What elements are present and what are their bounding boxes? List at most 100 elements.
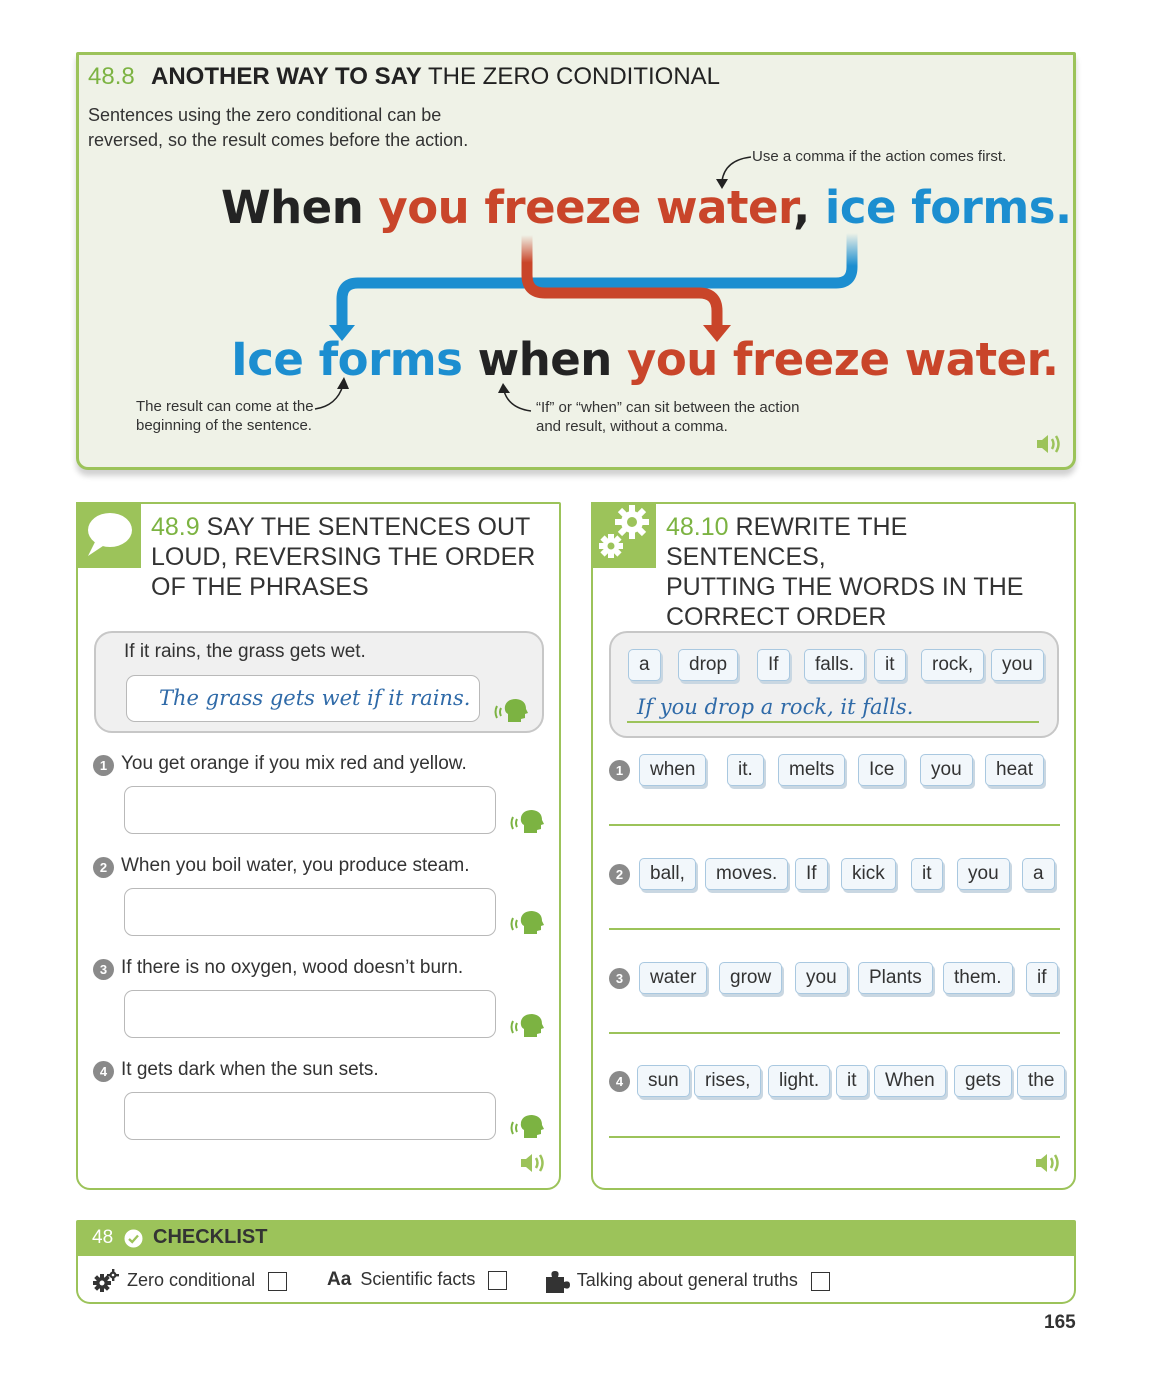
word-tile[interactable]: rises,: [694, 1065, 762, 1097]
page-number: 165: [1044, 1312, 1076, 1333]
gear-icon: [93, 1269, 119, 1292]
word-tile[interactable]: when: [639, 754, 707, 786]
word-tile[interactable]: If: [795, 858, 828, 890]
question-text: If there is no oxygen, wood doesn’t burn…: [121, 957, 464, 978]
word-tile[interactable]: a: [1022, 858, 1055, 890]
word-tile: falls.: [804, 649, 866, 681]
speaking-head-icon: [510, 1115, 544, 1138]
answer-line[interactable]: [609, 824, 1060, 826]
speaking-head-icon: [494, 699, 528, 722]
section-icon-tab: [591, 502, 656, 568]
section-title-line: SAY THE SENTENCES OUT: [206, 513, 531, 541]
word-tile[interactable]: them.: [943, 962, 1013, 994]
vocabulary-icon: Aa: [327, 1269, 352, 1290]
answer-line[interactable]: [609, 928, 1060, 930]
question-number: 2: [93, 857, 114, 878]
example-answer: The grass gets wet if it rains.: [159, 686, 471, 710]
phrase-action: you freeze water: [378, 181, 794, 234]
word-tile[interactable]: grow: [719, 962, 783, 994]
checklist-item: Zero conditional: [92, 1269, 288, 1293]
sentence-original: When you freeze water, ice forms.: [221, 181, 1072, 234]
checklist-checkbox[interactable]: [268, 1271, 288, 1291]
speaking-head-icon: [510, 1014, 544, 1037]
word-tile[interactable]: you: [957, 858, 1010, 890]
word-tile[interactable]: When: [874, 1065, 946, 1097]
word-tile[interactable]: heat: [985, 754, 1044, 786]
ifwhen-pointer-arrow: [503, 390, 532, 412]
word-tile: drop: [678, 649, 739, 681]
checklist-header: 48 CHECKLIST: [76, 1220, 1076, 1256]
section-48-8: 48.8 ANOTHER WAY TO SAY THE ZERO CONDITI…: [76, 52, 1076, 470]
word-tile: a: [628, 649, 661, 681]
speaker-icon[interactable]: [1034, 431, 1064, 457]
question-text: When you boil water, you produce steam.: [121, 855, 470, 876]
word-when: when: [477, 333, 613, 386]
word-tile[interactable]: it: [836, 1065, 868, 1097]
answer-field[interactable]: [124, 1092, 496, 1140]
phrase-action: you freeze water.: [626, 333, 1059, 386]
section-48-10: 48.10 REWRITE THE SENTENCES, PUTTING THE…: [591, 502, 1076, 1190]
answer-line[interactable]: [609, 1136, 1060, 1138]
example-prompt: If it rains, the grass gets wet.: [124, 641, 366, 662]
word-tile[interactable]: kick: [841, 858, 896, 890]
question-text: It gets dark when the sun sets.: [121, 1059, 379, 1080]
checklist-item: Aa Scientific facts: [327, 1269, 508, 1291]
question-number: 2: [609, 864, 630, 885]
word-tile[interactable]: moves.: [705, 858, 789, 890]
word-tile: you: [991, 649, 1044, 681]
answer-line: [627, 721, 1039, 723]
note-if-when: “If” or “when” can sit between the actio…: [536, 399, 800, 435]
word-tile: it: [874, 649, 906, 681]
question-number: 4: [609, 1071, 630, 1092]
section-title-line: CORRECT ORDER: [666, 603, 887, 631]
word-tile[interactable]: you: [920, 754, 973, 786]
section-title: 48.10 REWRITE THE SENTENCES, PUTTING THE…: [666, 512, 1071, 632]
word-tile: If: [757, 649, 790, 681]
sentence-reversed: Ice forms when you freeze water.: [231, 333, 1059, 386]
word-tile[interactable]: if: [1026, 962, 1058, 994]
speaker-icon[interactable]: [518, 1150, 548, 1176]
word-tile[interactable]: water: [639, 962, 708, 994]
word-tile[interactable]: it: [911, 858, 943, 890]
speaking-head-icon: [510, 911, 544, 934]
speaker-icon[interactable]: [1033, 1150, 1063, 1176]
phrase-result: Ice forms: [231, 333, 463, 386]
puzzle-icon: [546, 1271, 570, 1293]
blue-arrow-path: [336, 233, 858, 327]
answer-line[interactable]: [609, 1032, 1060, 1034]
example-box: a drop If falls. it rock, you If you dro…: [609, 631, 1059, 738]
word-tile[interactable]: it.: [727, 754, 764, 786]
checklist-checkbox[interactable]: [488, 1270, 508, 1290]
checklist-item-label: Talking about general truths: [576, 1269, 798, 1290]
checklist-checkbox[interactable]: [810, 1271, 830, 1291]
word-tile[interactable]: gets: [954, 1065, 1012, 1097]
checklist-body: Zero conditional Aa Scientific facts Tal…: [76, 1256, 1076, 1304]
word-tile[interactable]: Plants: [858, 962, 933, 994]
checklist-number: 48: [92, 1227, 114, 1248]
example-box: If it rains, the grass gets wet. The gra…: [94, 631, 544, 733]
speech-bubble-icon: [88, 513, 132, 556]
checklist-item-label: Scientific facts: [360, 1269, 476, 1289]
answer-field[interactable]: [124, 786, 496, 834]
word-tile[interactable]: ball,: [639, 858, 696, 890]
word-tile[interactable]: light.: [768, 1065, 831, 1097]
question-number: 3: [609, 968, 630, 989]
section-title-line: OF THE PHRASES: [151, 573, 369, 601]
answer-field[interactable]: [124, 990, 496, 1038]
answer-field[interactable]: [124, 888, 496, 936]
word-when: When: [221, 181, 364, 234]
word-tile[interactable]: melts: [778, 754, 846, 786]
speaking-head-icon: [510, 810, 544, 833]
check-circle-icon: [124, 1229, 143, 1248]
word-tile[interactable]: sun: [637, 1065, 690, 1097]
checklist-item: Talking about general truths: [544, 1269, 830, 1293]
word-tile[interactable]: Ice: [858, 754, 906, 786]
section-48-9: 48.9 SAY THE SENTENCES OUT LOUD, REVERSI…: [76, 502, 561, 1190]
example-answer-bubble: The grass gets wet if it rains.: [126, 675, 480, 722]
word-tile[interactable]: you: [795, 962, 848, 994]
gears-icon: [599, 505, 649, 558]
question-number: 1: [93, 755, 114, 776]
word-tile[interactable]: the: [1017, 1065, 1066, 1097]
note-result: The result can come at the beginning of …: [136, 398, 314, 434]
section-number: 48.9: [151, 513, 200, 541]
